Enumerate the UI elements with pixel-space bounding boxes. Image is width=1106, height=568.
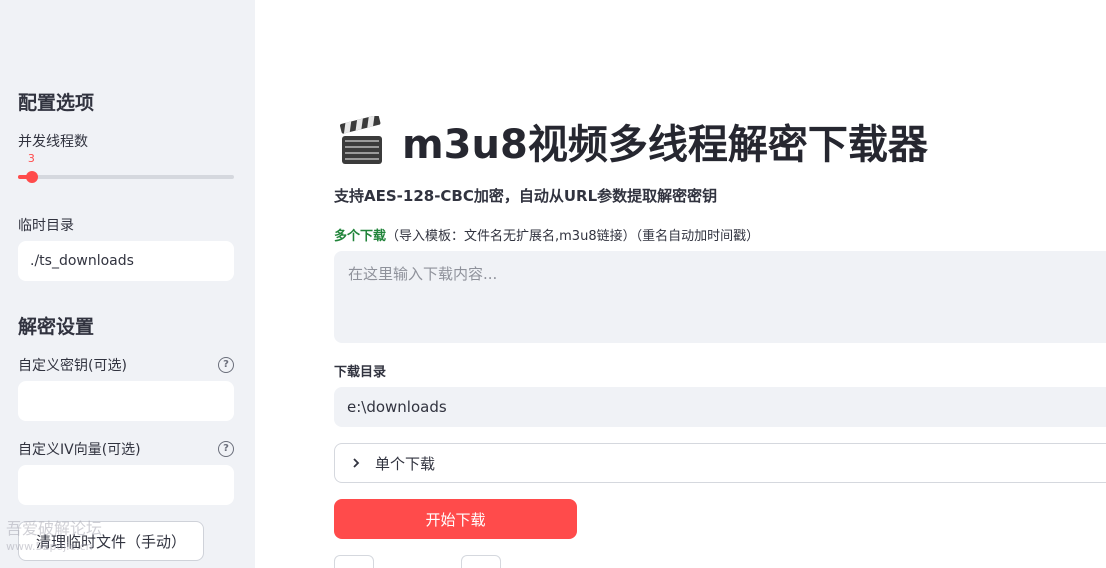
key-label: 自定义密钥(可选): [18, 358, 127, 374]
threads-label: 并发线程数: [18, 134, 88, 150]
multi-download-label: 多个下载（导入模板：文件名无扩展名,m3u8链接）（重名自动加时间戳）: [334, 225, 759, 244]
multi-download-label-hint: （导入模板：文件名无扩展名,m3u8链接）（重名自动加时间戳）: [386, 229, 760, 244]
threads-slider-value: 3: [27, 152, 35, 165]
clean-temp-button[interactable]: 清理临时文件（手动）: [18, 521, 204, 561]
decrypt-heading: 解密设置: [18, 316, 95, 338]
multi-download-textarea[interactable]: [334, 251, 1106, 343]
multi-download-label-strong: 多个下载: [334, 229, 387, 244]
iv-input[interactable]: [18, 465, 234, 505]
single-download-expander[interactable]: 单个下载: [334, 443, 1106, 483]
partial-control[interactable]: [334, 555, 374, 568]
page-subtitle: 支持AES-128-CBC加密，自动从URL参数提取解密密钥: [334, 187, 718, 205]
config-heading: 配置选项: [18, 92, 95, 114]
threads-slider-thumb[interactable]: [25, 171, 38, 183]
chevron-right-icon: [353, 458, 360, 468]
tempdir-input[interactable]: [18, 241, 234, 281]
threads-slider-track[interactable]: [18, 175, 234, 179]
start-download-button[interactable]: 开始下载: [334, 499, 577, 539]
page-title: m3u8视频多线程解密下载器: [402, 122, 928, 168]
partial-control[interactable]: [461, 555, 501, 568]
download-dir-input[interactable]: [334, 387, 1106, 427]
page-title-row: m3u8视频多线程解密下载器: [338, 112, 928, 170]
help-icon[interactable]: ?: [218, 441, 234, 457]
clapper-board-icon: [338, 115, 386, 166]
iv-label: 自定义IV向量(可选): [18, 442, 141, 458]
download-dir-label: 下载目录: [334, 365, 387, 380]
key-input[interactable]: [18, 381, 234, 421]
sidebar: 配置选项 并发线程数 3 临时目录 解密设置 自定义密钥(可选) ? 自定义IV…: [0, 0, 255, 568]
help-icon[interactable]: ?: [218, 357, 234, 373]
tempdir-label: 临时目录: [18, 218, 74, 234]
single-download-label: 单个下载: [375, 454, 436, 473]
